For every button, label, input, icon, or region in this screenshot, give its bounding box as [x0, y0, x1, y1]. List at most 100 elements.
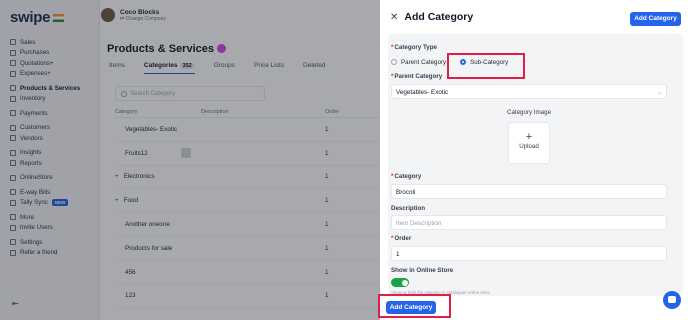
- category-name: 456: [125, 268, 136, 276]
- category-name: Food: [123, 197, 139, 205]
- table-row[interactable]: 123 1: [115, 285, 415, 309]
- order-label: *Order: [391, 235, 412, 242]
- tabs: Items Categories 352 Groups Price Lists Delet…: [109, 62, 344, 74]
- sidebar-item-insights[interactable]: Insights: [10, 148, 98, 159]
- cell-category: + Electronics: [115, 173, 201, 180]
- close-icon[interactable]: ✕: [390, 12, 398, 23]
- collapse-sidebar-icon[interactable]: ⇤: [12, 299, 19, 308]
- online-store-toggle[interactable]: [391, 278, 409, 287]
- expand-icon[interactable]: +: [115, 173, 119, 180]
- table-row[interactable]: Fruits12 1: [115, 142, 415, 166]
- radio-circle-icon: [391, 58, 397, 65]
- category-name-label: *Category: [391, 173, 422, 180]
- highlight-box-add-category: [378, 294, 451, 318]
- sidebar-item-tally-sync[interactable]: Tally Sync NEW: [10, 198, 98, 209]
- sidebar-item-label: Tally Sync: [20, 199, 48, 207]
- expand-icon[interactable]: +: [115, 197, 119, 204]
- table-row[interactable]: 456 1: [115, 261, 415, 285]
- sidebar-item-label: Sales: [20, 38, 36, 46]
- search-category-input[interactable]: Search Category: [115, 86, 265, 101]
- sidebar-item-inventory[interactable]: Inventory: [10, 94, 98, 105]
- company-switcher[interactable]: Coco Blocks ⇄ Change Company: [101, 8, 166, 22]
- tab-groups[interactable]: Groups: [214, 62, 235, 74]
- tab-label: Categories: [143, 62, 178, 69]
- sidebar-item-invite-users[interactable]: Invite Users: [10, 223, 98, 234]
- plus-icon: +: [525, 131, 533, 143]
- sidebar-item-label: Inventory: [20, 95, 46, 103]
- app: swipe Sales Purchases Quotations+ Expenses+…: [0, 0, 690, 320]
- sidebar-item-quotations[interactable]: Quotations+: [10, 58, 98, 69]
- nav-icon: [10, 85, 16, 92]
- nav-icon: [10, 49, 16, 56]
- sidebar-item-purchases[interactable]: Purchases: [10, 48, 98, 59]
- table-row[interactable]: Vegetables- Exotic 1: [115, 118, 415, 142]
- add-category-drawer: ✕ Add Category Add Category *Category Ty…: [380, 0, 690, 320]
- table-row[interactable]: + Electronics 1: [115, 166, 415, 190]
- description-textarea[interactable]: Item Description: [391, 215, 667, 230]
- sidebar-item-sales[interactable]: Sales: [10, 37, 98, 48]
- category-name-input[interactable]: Brocoli: [391, 184, 667, 199]
- category-image-thumbnail: [181, 148, 191, 159]
- upload-image-button[interactable]: + Upload: [508, 122, 550, 164]
- sidebar-item-settings[interactable]: Settings: [10, 237, 98, 248]
- category-type-label: *Category Type: [391, 44, 437, 51]
- nav-icon: [10, 149, 16, 156]
- search-icon: [121, 91, 127, 97]
- category-name: Another oneone: [125, 221, 170, 229]
- table-row[interactable]: + Food 1: [115, 189, 415, 214]
- tab-label: Deleted: [303, 62, 326, 69]
- cell-description: [181, 148, 325, 159]
- sidebar-item-refer-a-friend[interactable]: Refer a friend: [10, 248, 98, 259]
- chat-support-icon[interactable]: [663, 291, 681, 309]
- category-name: Electronics: [123, 173, 155, 181]
- tab-label: Groups: [213, 62, 236, 69]
- sidebar-item-products-services[interactable]: Products & Services: [10, 83, 98, 94]
- sidebar-item-label: Settings: [20, 238, 43, 246]
- sidebar-item-label: Expenses+: [20, 70, 51, 78]
- nav-icon: [10, 135, 16, 142]
- sidebar-item-customers[interactable]: Customers: [10, 123, 98, 134]
- parent-category-select[interactable]: Vegetables- Exotic ⌄: [391, 84, 667, 99]
- column-header-category: Category: [115, 108, 138, 115]
- tab-items[interactable]: Items: [109, 62, 125, 74]
- sidebar-item-label: Customers: [20, 124, 50, 132]
- nav-icon: [10, 249, 16, 256]
- nav-icon: [10, 60, 16, 67]
- add-category-top-button[interactable]: Add Category: [630, 12, 681, 26]
- sidebar-item-payments[interactable]: Payments: [10, 108, 98, 119]
- tab-label: Items: [109, 62, 125, 69]
- column-header-description: Description: [201, 108, 229, 115]
- category-name: Fruits12: [125, 149, 148, 157]
- category-name: Products for sale: [125, 244, 173, 252]
- table-row[interactable]: Products for sale 1: [115, 237, 415, 261]
- order-input[interactable]: 1: [391, 246, 667, 261]
- radio-parent-category[interactable]: Parent Category: [391, 59, 446, 66]
- nav-icon: [10, 95, 16, 102]
- category-name: Vegetables- Exotic: [125, 125, 178, 133]
- tab-price-lists[interactable]: Price Lists: [254, 62, 284, 74]
- sidebar-item-label: Purchases: [20, 49, 50, 57]
- sidebar-item-vendors[interactable]: Vendors: [10, 133, 98, 144]
- nav-icon: [10, 239, 16, 246]
- sidebar-item-onlinestore[interactable]: OnlineStore: [10, 173, 98, 184]
- sidebar-item-label: More: [20, 213, 35, 221]
- sidebar-item-e-way-bills[interactable]: E-way Bills: [10, 187, 98, 198]
- tab-deleted[interactable]: Deleted: [303, 62, 325, 74]
- sidebar-item-expenses[interactable]: Expenses+: [10, 69, 98, 80]
- tab-count-badge: 352: [179, 63, 195, 69]
- nav-icon: [10, 214, 16, 221]
- cell-category: Another oneone: [115, 221, 201, 228]
- category-table: Category Description Order Vegetables- E…: [115, 106, 415, 309]
- cell-category: 456: [115, 269, 201, 276]
- tab-categories[interactable]: Categories 352: [143, 62, 195, 74]
- change-company-link[interactable]: ⇄ Change Company: [120, 16, 166, 22]
- nav-icon: [10, 70, 16, 77]
- table-header: Category Description Order: [115, 106, 415, 118]
- sidebar-item-more[interactable]: More: [10, 212, 98, 223]
- company-logo: [101, 8, 115, 22]
- sidebar-item-reports[interactable]: Reports: [10, 158, 98, 169]
- video-help-icon[interactable]: [217, 43, 226, 53]
- brand-logo[interactable]: swipe: [10, 9, 65, 26]
- table-row[interactable]: Another oneone 1: [115, 213, 415, 237]
- sidebar-item-label: Products & Services: [20, 84, 81, 92]
